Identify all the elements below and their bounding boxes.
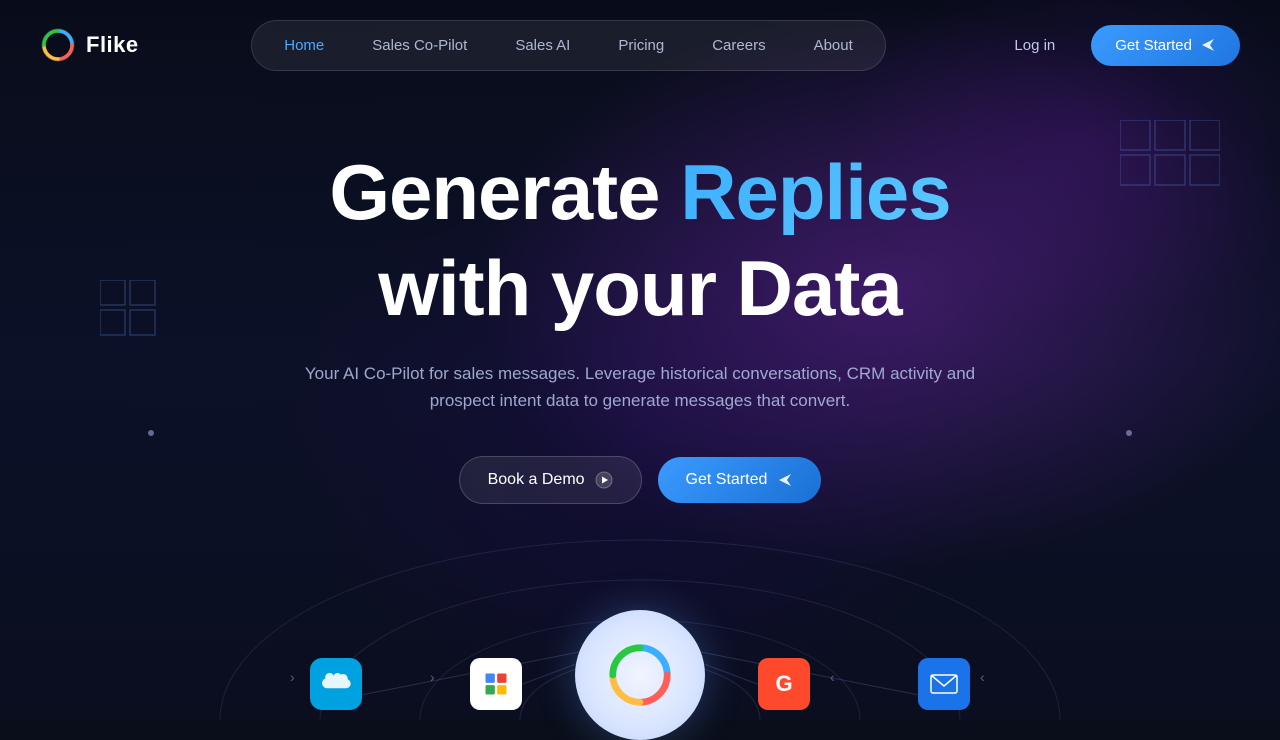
hero-get-started-button[interactable]: Get Started xyxy=(658,457,822,503)
integration-g2: G xyxy=(758,658,810,710)
nav-pill: Home Sales Co-Pilot Sales AI Pricing Car… xyxy=(251,20,886,71)
hero-title: Generate Replies xyxy=(329,150,950,236)
center-logo-icon xyxy=(605,640,675,710)
nav-item-sales-ai[interactable]: Sales AI xyxy=(493,29,592,62)
integration-row: G xyxy=(0,560,1280,720)
nav-right: Log in Get Started xyxy=(998,25,1240,66)
hero-description: Your AI Co-Pilot for sales messages. Lev… xyxy=(300,360,980,414)
integration-salesforce xyxy=(310,658,362,710)
email-logo xyxy=(930,674,958,694)
nav-item-sales-copilot[interactable]: Sales Co-Pilot xyxy=(350,29,489,62)
nav-item-pricing[interactable]: Pricing xyxy=(596,29,686,62)
hero-subtitle: with your Data xyxy=(378,246,901,332)
integration-gsuite xyxy=(470,658,522,710)
nav-item-about[interactable]: About xyxy=(792,29,875,62)
hero-section: Generate Replies with your Data Your AI … xyxy=(0,90,1280,504)
gsuite-logo xyxy=(482,670,510,698)
logo[interactable]: Flike xyxy=(40,27,139,63)
play-icon xyxy=(595,471,613,489)
book-demo-button[interactable]: Book a Demo xyxy=(459,456,642,504)
nav-item-home[interactable]: Home xyxy=(262,29,346,62)
hero-buttons: Book a Demo Get Started xyxy=(459,456,822,504)
nav-get-started-button[interactable]: Get Started xyxy=(1091,25,1240,66)
login-button[interactable]: Log in xyxy=(998,29,1071,62)
nav-item-careers[interactable]: Careers xyxy=(690,29,787,62)
logo-icon xyxy=(40,27,76,63)
navbar: Flike Home Sales Co-Pilot Sales AI Prici… xyxy=(0,0,1280,90)
integration-email xyxy=(918,658,970,710)
send-icon xyxy=(1200,37,1216,53)
logo-text: Flike xyxy=(86,32,139,58)
salesforce-logo xyxy=(321,673,351,695)
center-logo-circle xyxy=(575,610,705,740)
arrow-send-icon xyxy=(777,472,793,488)
